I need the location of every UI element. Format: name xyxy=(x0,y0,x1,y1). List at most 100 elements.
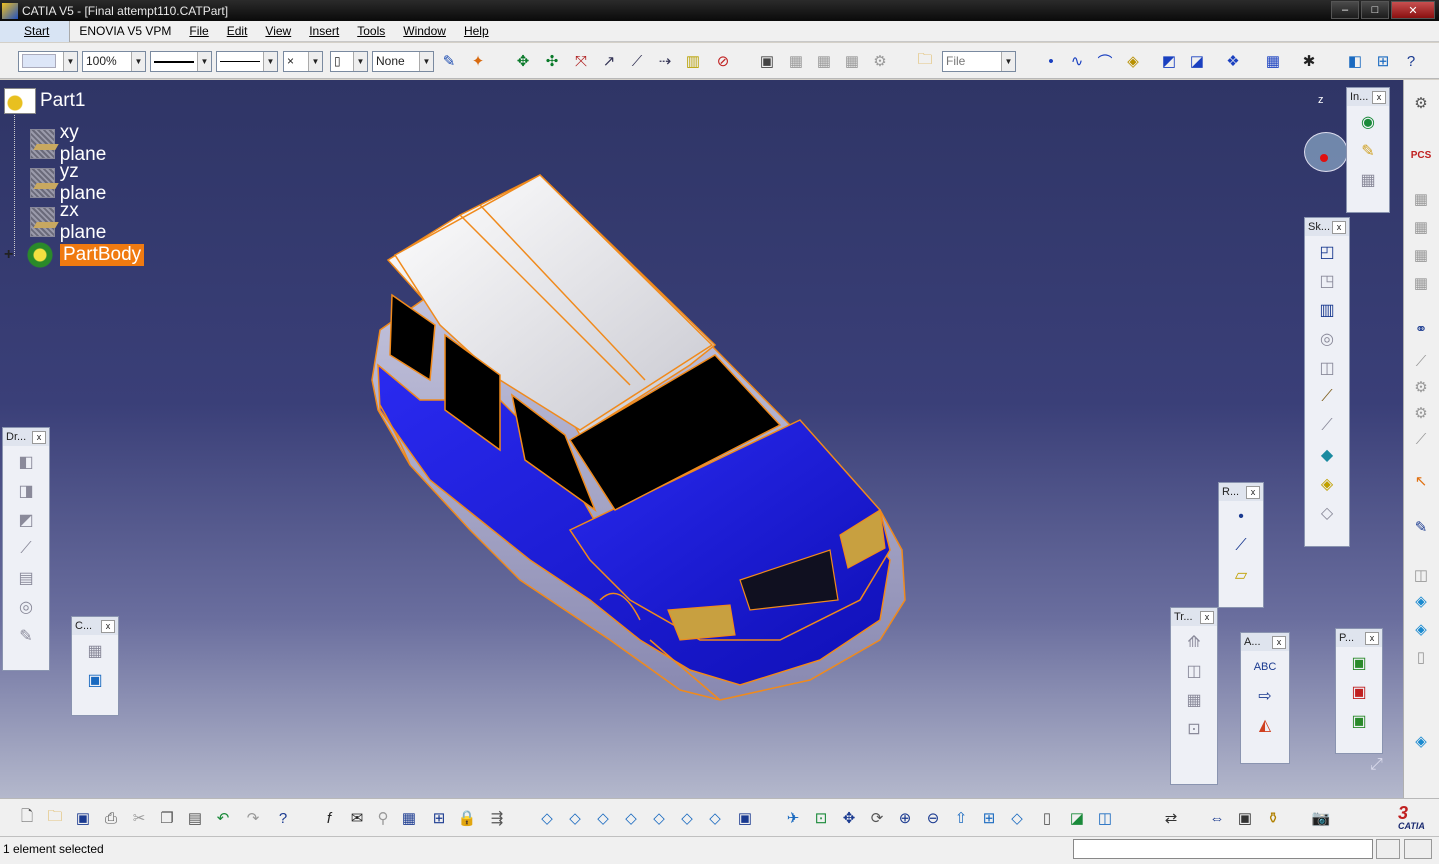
spline-icon[interactable]: ∿ xyxy=(1066,50,1088,72)
top-view-icon[interactable]: ◇ xyxy=(676,807,698,829)
3d-viewport[interactable]: Part1 xy plane yz plane zx plane + PartB… xyxy=(0,80,1403,798)
formula-icon[interactable]: ▦ xyxy=(1355,167,1381,193)
select-arrow-icon[interactable]: ↖ xyxy=(1410,470,1432,492)
pad-icon[interactable]: ◰ xyxy=(1314,239,1340,265)
reference-line-icon[interactable]: ⟋ xyxy=(1228,533,1254,559)
reference-plane-icon[interactable]: ▱ xyxy=(1228,562,1254,588)
tree-icon[interactable]: ⊞ xyxy=(1372,50,1394,72)
analysis-icon[interactable]: ⊘ xyxy=(712,50,734,72)
menu-insert[interactable]: Insert xyxy=(300,24,348,38)
layer-combo[interactable]: None ▼ xyxy=(372,51,434,72)
panel-close-button[interactable]: x xyxy=(1272,635,1286,649)
axis-icon[interactable]: ↗ xyxy=(598,50,620,72)
catalog-browser-icon[interactable]: ◉ xyxy=(1355,109,1381,135)
tool-icon-9[interactable]: ◫ xyxy=(1410,564,1432,586)
status-button-2[interactable] xyxy=(1404,839,1432,859)
cut-icon[interactable]: ✂ xyxy=(128,807,150,829)
panel-close-button[interactable]: x xyxy=(1365,631,1379,645)
links-icon[interactable]: ⇶ xyxy=(486,807,508,829)
panel-close-button[interactable]: x xyxy=(101,619,115,633)
sensor-icon[interactable]: ✱ xyxy=(1298,50,1320,72)
scaling-icon[interactable]: ⊡ xyxy=(1181,716,1207,742)
remove-face-icon[interactable]: ▤ xyxy=(13,565,39,591)
panel-close-button[interactable]: x xyxy=(1246,485,1260,499)
graphic-properties-icon[interactable]: ✦ xyxy=(467,50,489,72)
redo-icon[interactable]: ↷ xyxy=(242,807,264,829)
tool-icon-4[interactable]: ▦ xyxy=(1410,272,1432,294)
file-combo[interactable]: File ▼ xyxy=(942,51,1016,72)
menu-help[interactable]: Help xyxy=(455,24,498,38)
status-button-1[interactable] xyxy=(1376,839,1400,859)
pan-bottom-icon[interactable]: ✥ xyxy=(838,807,860,829)
render-style-icon[interactable]: ▯ xyxy=(1036,807,1058,829)
hide-show-icon[interactable]: ◪ xyxy=(1066,807,1088,829)
panel-close-button[interactable]: x xyxy=(1200,610,1214,624)
view-icon-2[interactable]: ◪ xyxy=(1186,50,1208,72)
rotate-bottom-icon[interactable]: ⟳ xyxy=(866,807,888,829)
draft-icon[interactable]: ◧ xyxy=(13,449,39,475)
command-input[interactable] xyxy=(1073,839,1373,859)
panel-close-button[interactable]: x xyxy=(32,430,46,444)
swap-space-icon[interactable]: ◫ xyxy=(1094,807,1116,829)
menu-tools[interactable]: Tools xyxy=(348,24,394,38)
ruler-icon[interactable]: ▥ xyxy=(682,50,704,72)
quick-view-icon[interactable]: ◇ xyxy=(1006,807,1028,829)
shaft-icon[interactable]: ▥ xyxy=(1314,297,1340,323)
dimension-icon[interactable]: ⇢ xyxy=(654,50,676,72)
grid-icon[interactable]: ▦ xyxy=(1262,50,1284,72)
flag-note-icon[interactable]: ⇨ xyxy=(1252,683,1278,709)
mirror-icon[interactable]: ◫ xyxy=(1181,658,1207,684)
pattern-icon[interactable]: ▦ xyxy=(1181,687,1207,713)
knowledge-icon[interactable]: ⚲ xyxy=(372,807,394,829)
surface-tool-icon-2[interactable]: ◈ xyxy=(1410,618,1432,640)
menu-view[interactable]: View xyxy=(256,24,300,38)
fly-mode-icon[interactable]: ✈ xyxy=(782,807,804,829)
panel-close-button[interactable]: x xyxy=(1332,220,1346,234)
catalog-icon[interactable]: ▣ xyxy=(756,50,778,72)
paste-icon[interactable]: ▤ xyxy=(184,807,206,829)
remove-loft-icon[interactable]: ◇ xyxy=(1314,500,1340,526)
settings-gear-icon[interactable]: ⚙ xyxy=(1410,92,1432,114)
measure-inertia-icon[interactable]: ⚱ xyxy=(1262,807,1284,829)
constraint-icon[interactable]: ▦ xyxy=(82,638,108,664)
menu-window[interactable]: Window xyxy=(394,24,455,38)
whats-this-icon[interactable]: ? xyxy=(1400,50,1422,72)
catia-app-icon[interactable] xyxy=(2,2,18,19)
stiffener-icon[interactable]: ◆ xyxy=(1314,442,1340,468)
point-symbol-combo[interactable]: × ▼ xyxy=(283,51,323,72)
table-icon[interactable]: ▦ xyxy=(398,807,420,829)
zoom-in-icon[interactable]: ⊕ xyxy=(894,807,916,829)
transparency-combo[interactable]: 100% ▼ xyxy=(82,51,146,72)
maximize-button[interactable]: □ xyxy=(1361,1,1389,19)
fit-all-icon[interactable]: ⊡ xyxy=(810,807,832,829)
help-icon[interactable]: ? xyxy=(272,807,294,829)
knowledge-icon-3[interactable]: ▦ xyxy=(841,50,863,72)
rib-icon[interactable]: ⟋ xyxy=(1314,384,1340,410)
product-icon-2[interactable]: ▣ xyxy=(1346,679,1372,705)
tool-icon-3[interactable]: ▦ xyxy=(1410,244,1432,266)
view-icon-1[interactable]: ◩ xyxy=(1158,50,1180,72)
knowledge-icon-2[interactable]: ▦ xyxy=(813,50,835,72)
tool-icon-7[interactable]: ⚙ xyxy=(1410,402,1432,424)
rendering-combo[interactable]: ▯ ▼ xyxy=(330,51,368,72)
snap-icon[interactable]: ⤧ xyxy=(570,50,592,72)
tool-icon-1[interactable]: ▦ xyxy=(1410,188,1432,210)
product-icon-1[interactable]: ▣ xyxy=(1346,650,1372,676)
copy-icon[interactable]: ❐ xyxy=(156,807,178,829)
sketcher-icon[interactable]: ✎ xyxy=(1410,516,1432,538)
knowledge-icon-1[interactable]: ▦ xyxy=(785,50,807,72)
surface-tool-icon-1[interactable]: ◈ xyxy=(1410,590,1432,612)
menu-enovia[interactable]: ENOVIA V5 VPM xyxy=(70,24,180,38)
text-annotation-icon[interactable]: ABC xyxy=(1252,654,1278,680)
eraser-icon[interactable]: ◈ xyxy=(1122,50,1144,72)
loft-icon[interactable]: ◈ xyxy=(1314,471,1340,497)
thread-icon[interactable]: ⟋ xyxy=(13,536,39,562)
color-combo[interactable]: ▼ xyxy=(18,51,78,72)
3d-annotation-icon[interactable]: ◭ xyxy=(1252,712,1278,738)
minimize-button[interactable]: – xyxy=(1331,1,1359,19)
close-button[interactable]: ✕ xyxy=(1391,1,1435,19)
pcs-icon[interactable]: PCS xyxy=(1410,144,1432,166)
painter-icon[interactable]: ✎ xyxy=(438,50,460,72)
constraint-defined-icon[interactable]: ▣ xyxy=(82,667,108,693)
parameters-icon[interactable]: ✎ xyxy=(1355,138,1381,164)
